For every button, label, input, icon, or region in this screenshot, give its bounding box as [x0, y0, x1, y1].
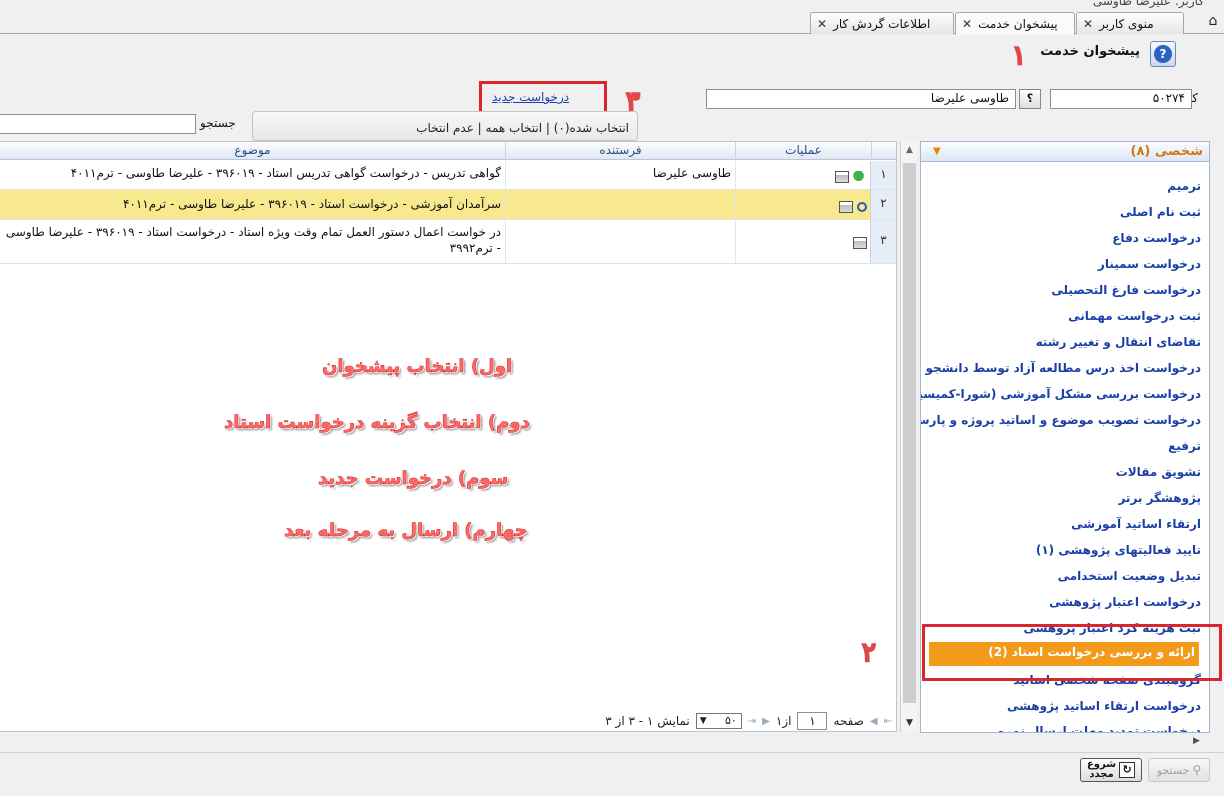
- side-item-transfer[interactable]: تقاضای انتقال و تغییر رشته: [1036, 335, 1201, 349]
- annotation-box-professor-request: [922, 624, 1222, 681]
- scroll-right-icon[interactable]: ▶: [1193, 736, 1200, 746]
- side-item-research-approval[interactable]: تایید فعالیتهای پژوهشی (۱): [1036, 543, 1201, 557]
- last-page-icon[interactable]: ⇥: [748, 716, 756, 727]
- search-button[interactable]: ⚲ جستجو: [1148, 758, 1210, 782]
- display-range-text: نمایش ۱ - ۳ از ۳: [605, 714, 690, 728]
- chevron-down-icon[interactable]: ▼: [933, 146, 941, 157]
- row-subject: سرآمدان آموزشی - درخواست استاد - ۳۹۶۰۱۹ …: [0, 190, 505, 219]
- side-item-promotion[interactable]: ترفیع: [1168, 439, 1201, 453]
- search-input[interactable]: [0, 114, 196, 134]
- magnifier-icon[interactable]: [857, 201, 867, 212]
- next-page-icon[interactable]: ▶: [762, 716, 770, 727]
- side-item-research-credit[interactable]: درخواست اعتبار پژوهشی: [1049, 595, 1201, 609]
- side-item-tarmim[interactable]: ترمیم: [1167, 179, 1201, 193]
- side-item-research-promotion[interactable]: درخواست ارتقاء اساتید پژوهشی: [1007, 699, 1201, 713]
- scroll-thumb[interactable]: [903, 163, 916, 703]
- instruction-step-1: اول) انتخاب پیشخوان: [322, 356, 513, 378]
- calendar-icon[interactable]: [835, 170, 849, 183]
- row-subject: در خواست اعمال دستور العمل تمام وقت ویژه…: [0, 220, 505, 263]
- side-item-grade-deadline[interactable]: درخواست تمدید مهلت ارسال نمره: [998, 724, 1201, 732]
- scroll-down-icon[interactable]: ▼: [901, 718, 918, 728]
- top-strip: [0, 0, 1224, 10]
- binoculars-icon: ⚲: [1192, 763, 1202, 777]
- row-sender: [505, 190, 735, 219]
- side-item-employment-status[interactable]: تبدیل وضعیت استخدامی: [1058, 569, 1201, 583]
- restart-button[interactable]: ↻ شروع مجدد: [1080, 758, 1142, 782]
- column-header-sender[interactable]: فرستنده: [505, 142, 735, 160]
- instruction-step-2: دوم) انتخاب گزینه درخواست استاد: [224, 412, 530, 434]
- restart-icon: ↻: [1119, 762, 1136, 778]
- side-item-registration[interactable]: ثبت نام اصلی: [1120, 205, 1201, 219]
- page-label: صفحه: [833, 714, 864, 728]
- table-row[interactable]: در خواست اعمال دستور العمل تمام وقت ویژه…: [0, 220, 896, 264]
- pager: ⇤ ◀ صفحه ۱ از۱ ▶ ⇥ ۵۰ ▼ نمایش ۱ - ۳ از ۳: [540, 711, 892, 731]
- tab-workflow-info-label: اطلاعات گردش کار: [833, 16, 931, 31]
- prev-page-icon[interactable]: ◀: [870, 716, 878, 727]
- table-row[interactable]: گواهی تدریس - درخواست گواهی تدریس استاد …: [0, 161, 896, 190]
- tab-service-desk[interactable]: پیشخوان خدمت ✕: [955, 12, 1075, 35]
- row-operations: [735, 190, 871, 219]
- side-panel-header[interactable]: شخصی (۸) ▼: [921, 142, 1209, 162]
- side-item-seminar[interactable]: درخواست سمینار: [1098, 257, 1201, 271]
- home-icon[interactable]: ⌂: [1206, 14, 1220, 28]
- page-number-input[interactable]: ۱: [797, 712, 828, 730]
- annotation-step-1: ۱: [1011, 41, 1026, 71]
- search-label: جستجو: [200, 116, 236, 130]
- tabs-bar: منوی کاربر ✕ پیشخوان خدمت ✕ اطلاعات گردش…: [0, 10, 1224, 35]
- row-sender: [505, 220, 735, 263]
- row-subject: گواهی تدریس - درخواست گواهی تدریس استاد …: [0, 161, 505, 189]
- side-item-project-approval[interactable]: درخواست تصویب موضوع و اساتید پروژه و پار…: [921, 413, 1201, 427]
- side-item-article-reward[interactable]: تشویق مقالات: [1116, 465, 1201, 479]
- grid-scrollbar[interactable]: ▲ ▼: [900, 141, 917, 732]
- top-user-text: کاربر: علیرضا طاوسی: [1092, 0, 1204, 8]
- instruction-step-3: سوم) درخواست جدید: [318, 468, 509, 490]
- annotation-step-2: ۲: [861, 638, 876, 668]
- calendar-icon[interactable]: [839, 200, 853, 213]
- side-item-graduation[interactable]: درخواست فارغ التحصیلی: [1051, 283, 1201, 297]
- calendar-icon[interactable]: [853, 236, 867, 249]
- table-row[interactable]: سرآمدان آموزشی - درخواست استاد - ۳۹۶۰۱۹ …: [0, 190, 896, 220]
- side-item-guest[interactable]: ثبت درخواست مهمانی: [1068, 309, 1201, 323]
- help-icon[interactable]: ?: [1150, 41, 1176, 67]
- side-item-education-issue[interactable]: درخواست بررسی مشکل آموزشی (شورا-کمیسیون): [921, 387, 1201, 401]
- column-header-subject[interactable]: موضوع: [0, 142, 505, 160]
- user-name-field[interactable]: طاوسی علیرضا: [706, 89, 1016, 109]
- tab-service-desk-label: پیشخوان خدمت: [978, 17, 1058, 31]
- row-number: ۳: [870, 220, 896, 263]
- close-icon[interactable]: ✕: [817, 17, 827, 31]
- selection-controls[interactable]: انتخاب شده(۰) | انتخاب همه | عدم انتخاب: [252, 111, 638, 141]
- scroll-up-icon[interactable]: ▲: [901, 145, 918, 155]
- side-item-teaching-promotion[interactable]: ارتقاء اساتید آموزشی: [1071, 517, 1201, 531]
- page-title: پیشخوان خدمت: [1040, 44, 1140, 59]
- side-item-defense[interactable]: درخواست دفاع: [1112, 231, 1201, 245]
- row-number: ۲: [870, 190, 896, 219]
- close-icon[interactable]: ✕: [962, 17, 972, 31]
- column-header-number: [871, 142, 896, 160]
- row-number: ۱: [870, 161, 896, 189]
- first-page-icon[interactable]: ⇤: [884, 716, 892, 727]
- workflow-tree-icon[interactable]: [853, 170, 867, 183]
- tab-workflow-info[interactable]: اطلاعات گردش کار ✕: [810, 12, 954, 34]
- page-size-select[interactable]: ۵۰ ▼: [695, 713, 742, 729]
- toolbar-divider: [0, 752, 1224, 753]
- side-item-top-researcher[interactable]: پژوهشگر برتر: [1118, 491, 1201, 505]
- row-sender: طاوسی علیرضا: [505, 161, 735, 189]
- user-lookup-button[interactable]: ؟: [1019, 89, 1041, 109]
- tab-user-menu-label: منوی کاربر: [1099, 16, 1154, 31]
- close-icon[interactable]: ✕: [1083, 17, 1093, 31]
- row-operations: [735, 161, 871, 189]
- row-operations: [735, 220, 871, 263]
- requests-grid: موضوع فرستنده عملیات گواهی تدریس - درخوا…: [0, 141, 897, 732]
- column-header-operations[interactable]: عملیات: [735, 142, 871, 160]
- side-item-free-study[interactable]: درخواست اخذ درس مطالعه آزاد توسط دانشجو: [925, 361, 1201, 375]
- chevron-down-icon: ▼: [699, 716, 707, 726]
- tab-user-menu[interactable]: منوی کاربر ✕: [1076, 12, 1184, 34]
- page-of-text: از۱: [775, 714, 792, 728]
- user-code-field[interactable]: ۵۰۲۷۴: [1050, 89, 1192, 109]
- instruction-step-4: چهارم) ارسال به مرحله بعد: [284, 520, 528, 542]
